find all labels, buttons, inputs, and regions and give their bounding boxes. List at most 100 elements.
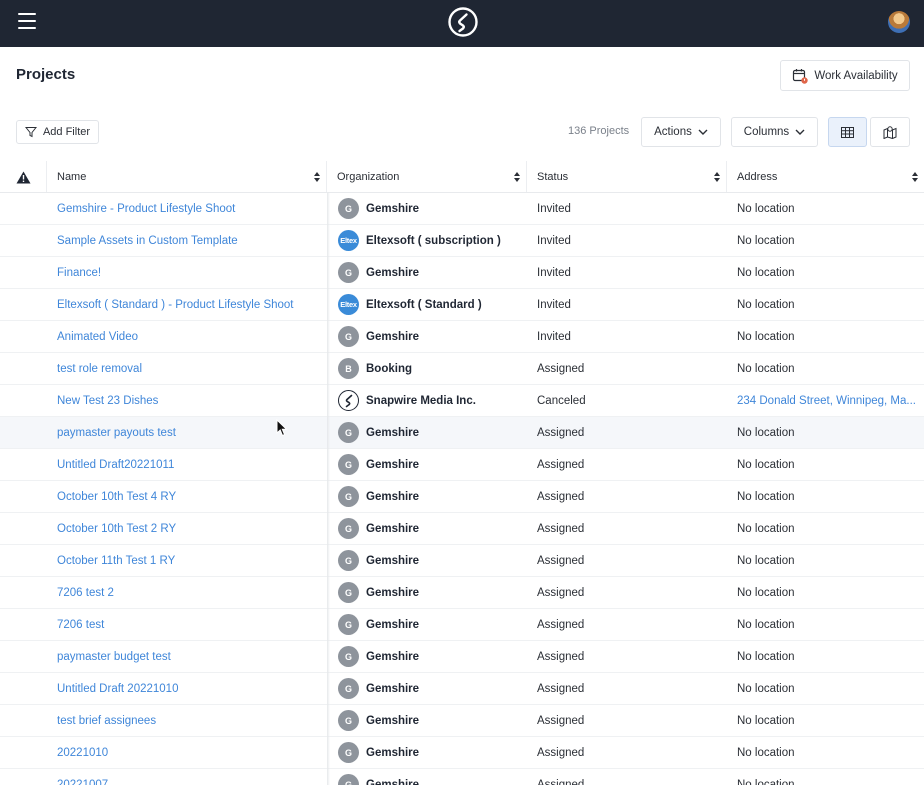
organization-name: Gemshire [366, 554, 420, 567]
project-name-link[interactable]: Eltexsoft ( Standard ) - Product Lifesty… [57, 289, 325, 320]
project-count: 136 Projects [568, 125, 630, 137]
project-name-link[interactable]: October 10th Test 2 RY [57, 513, 325, 544]
table-row[interactable]: Finance! G Gemshire Invited No location [0, 257, 924, 289]
work-availability-button[interactable]: Work Availability [780, 60, 910, 91]
table-row[interactable]: October 10th Test 4 RY G Gemshire Assigned N… [0, 481, 924, 513]
snapwire-logo-icon[interactable] [447, 6, 479, 38]
project-name-link[interactable]: New Test 23 Dishes [57, 385, 325, 416]
project-name-link[interactable]: Untitled Draft 20221010 [57, 673, 325, 704]
organization-avatar-badge: G [338, 678, 359, 699]
organization-name: Eltexsoft ( Standard ) [366, 298, 482, 311]
table-row[interactable]: October 10th Test 2 RY G Gemshire Assigned N… [0, 513, 924, 545]
status-cell: Assigned [537, 650, 585, 663]
project-name-link[interactable]: Untitled Draft20221011 [57, 449, 325, 480]
address-cell: No location [737, 458, 795, 471]
status-cell: Assigned [537, 714, 585, 727]
project-name-link[interactable]: paymaster budget test [57, 641, 325, 672]
actions-label: Actions [654, 126, 692, 138]
address-header-label: Address [737, 171, 778, 183]
table-row[interactable]: Animated Video G Gemshire Invited No locatio… [0, 321, 924, 353]
table-row[interactable]: paymaster payouts test G Gemshire Assigned N… [0, 417, 924, 449]
organization-name: Gemshire [366, 714, 420, 727]
top-navigation-bar [0, 0, 924, 47]
project-name-link[interactable]: test brief assignees [57, 705, 325, 736]
table-row[interactable]: 7206 test 2 G Gemshire Assigned No location [0, 577, 924, 609]
status-cell: Assigned [537, 458, 585, 471]
project-name-link[interactable]: 7206 test [57, 609, 325, 640]
add-filter-button[interactable]: Add Filter [16, 120, 99, 144]
project-name-link[interactable]: Finance! [57, 257, 325, 288]
project-name-link[interactable]: Sample Assets in Custom Template [57, 225, 325, 256]
table-row[interactable]: test brief assignees G Gemshire Assigned No … [0, 705, 924, 737]
columns-dropdown-button[interactable]: Columns [731, 117, 818, 147]
project-name-link[interactable]: Gemshire - Product Lifestyle Shoot [57, 193, 325, 224]
address-cell: No location [737, 746, 795, 759]
organization-avatar-badge: Eltex [338, 230, 359, 251]
mouse-cursor-icon [276, 419, 288, 437]
table-row[interactable]: Sample Assets in Custom Template Eltex Elt… [0, 225, 924, 257]
status-cell: Invited [537, 298, 571, 311]
actions-dropdown-button[interactable]: Actions [641, 117, 721, 147]
project-name-link[interactable]: 20221010 [57, 737, 325, 768]
organization-cell: Eltex Eltexsoft ( Standard ) [338, 289, 524, 320]
table-row[interactable]: Gemshire - Product Lifestyle Shoot G Gemsh… [0, 193, 924, 225]
project-name-link[interactable]: 20221007 [57, 769, 325, 785]
status-cell: Invited [537, 202, 571, 215]
address-cell: No location [737, 202, 795, 215]
project-name-link[interactable]: 7206 test 2 [57, 577, 325, 608]
status-cell: Canceled [537, 394, 586, 407]
table-row[interactable]: October 11th Test 1 RY G Gemshire Assigned N… [0, 545, 924, 577]
project-name-link[interactable]: test role removal [57, 353, 325, 384]
projects-table-body: Gemshire - Product Lifestyle Shoot G Gemsh… [0, 193, 924, 785]
address-cell: No location [737, 618, 795, 631]
frozen-column-shadow [327, 193, 330, 785]
address-cell: No location [737, 298, 795, 311]
table-row[interactable]: test role removal B Booking Assigned No loca… [0, 353, 924, 385]
status-column-header[interactable]: Status [527, 161, 727, 193]
table-row[interactable]: Untitled Draft20221011 G Gemshire Assigned N… [0, 449, 924, 481]
organization-avatar-badge: G [338, 486, 359, 507]
address-cell: No location [737, 650, 795, 663]
project-name-link[interactable]: Animated Video [57, 321, 325, 352]
project-name-link[interactable]: October 10th Test 4 RY [57, 481, 325, 512]
user-avatar[interactable] [888, 11, 910, 33]
table-row[interactable]: 7206 test G Gemshire Assigned No location [0, 609, 924, 641]
table-row[interactable]: paymaster budget test G Gemshire Assigned No… [0, 641, 924, 673]
chevron-down-icon [698, 129, 708, 135]
table-row[interactable]: 20221010 G Gemshire Assigned No location [0, 737, 924, 769]
organization-avatar-badge: G [338, 518, 359, 539]
name-header-label: Name [57, 171, 87, 183]
status-cell: Invited [537, 266, 571, 279]
sort-icon[interactable] [912, 172, 918, 182]
sort-icon[interactable] [514, 172, 520, 182]
table-row[interactable]: New Test 23 Dishes Snapwire Media Inc. Can… [0, 385, 924, 417]
sort-icon[interactable] [314, 172, 320, 182]
organization-column-header[interactable]: Organization [327, 161, 527, 193]
address-cell: No location [737, 234, 795, 247]
address-cell[interactable]: 234 Donald Street, Winnipeg, Ma... [737, 385, 919, 416]
organization-cell: Eltex Eltexsoft ( subscription ) [338, 225, 524, 256]
table-row[interactable]: Eltexsoft ( Standard ) - Product Lifesty… [0, 289, 924, 321]
table-row[interactable]: 20221007 G Gemshire Assigned No location [0, 769, 924, 785]
address-column-header[interactable]: Address [727, 161, 924, 193]
organization-cell: G Gemshire [338, 545, 524, 576]
address-cell: No location [737, 522, 795, 535]
organization-cell: G Gemshire [338, 417, 524, 448]
page-title: Projects [16, 66, 76, 83]
map-view-button[interactable] [870, 117, 910, 147]
organization-avatar-badge: G [338, 262, 359, 283]
name-column-header[interactable]: Name [47, 161, 327, 193]
address-cell: No location [737, 330, 795, 343]
organization-name: Gemshire [366, 586, 420, 599]
organization-name: Gemshire [366, 330, 420, 343]
organization-name: Gemshire [366, 202, 420, 215]
table-row[interactable]: Untitled Draft 20221010 G Gemshire Assigned… [0, 673, 924, 705]
status-cell: Assigned [537, 490, 585, 503]
table-view-button[interactable] [828, 117, 867, 147]
sort-icon[interactable] [714, 172, 720, 182]
organization-cell: G Gemshire [338, 673, 524, 704]
hamburger-menu-icon[interactable] [18, 13, 36, 29]
organization-cell: B Booking [338, 353, 524, 384]
project-name-link[interactable]: October 11th Test 1 RY [57, 545, 325, 576]
filter-icon [24, 127, 37, 138]
